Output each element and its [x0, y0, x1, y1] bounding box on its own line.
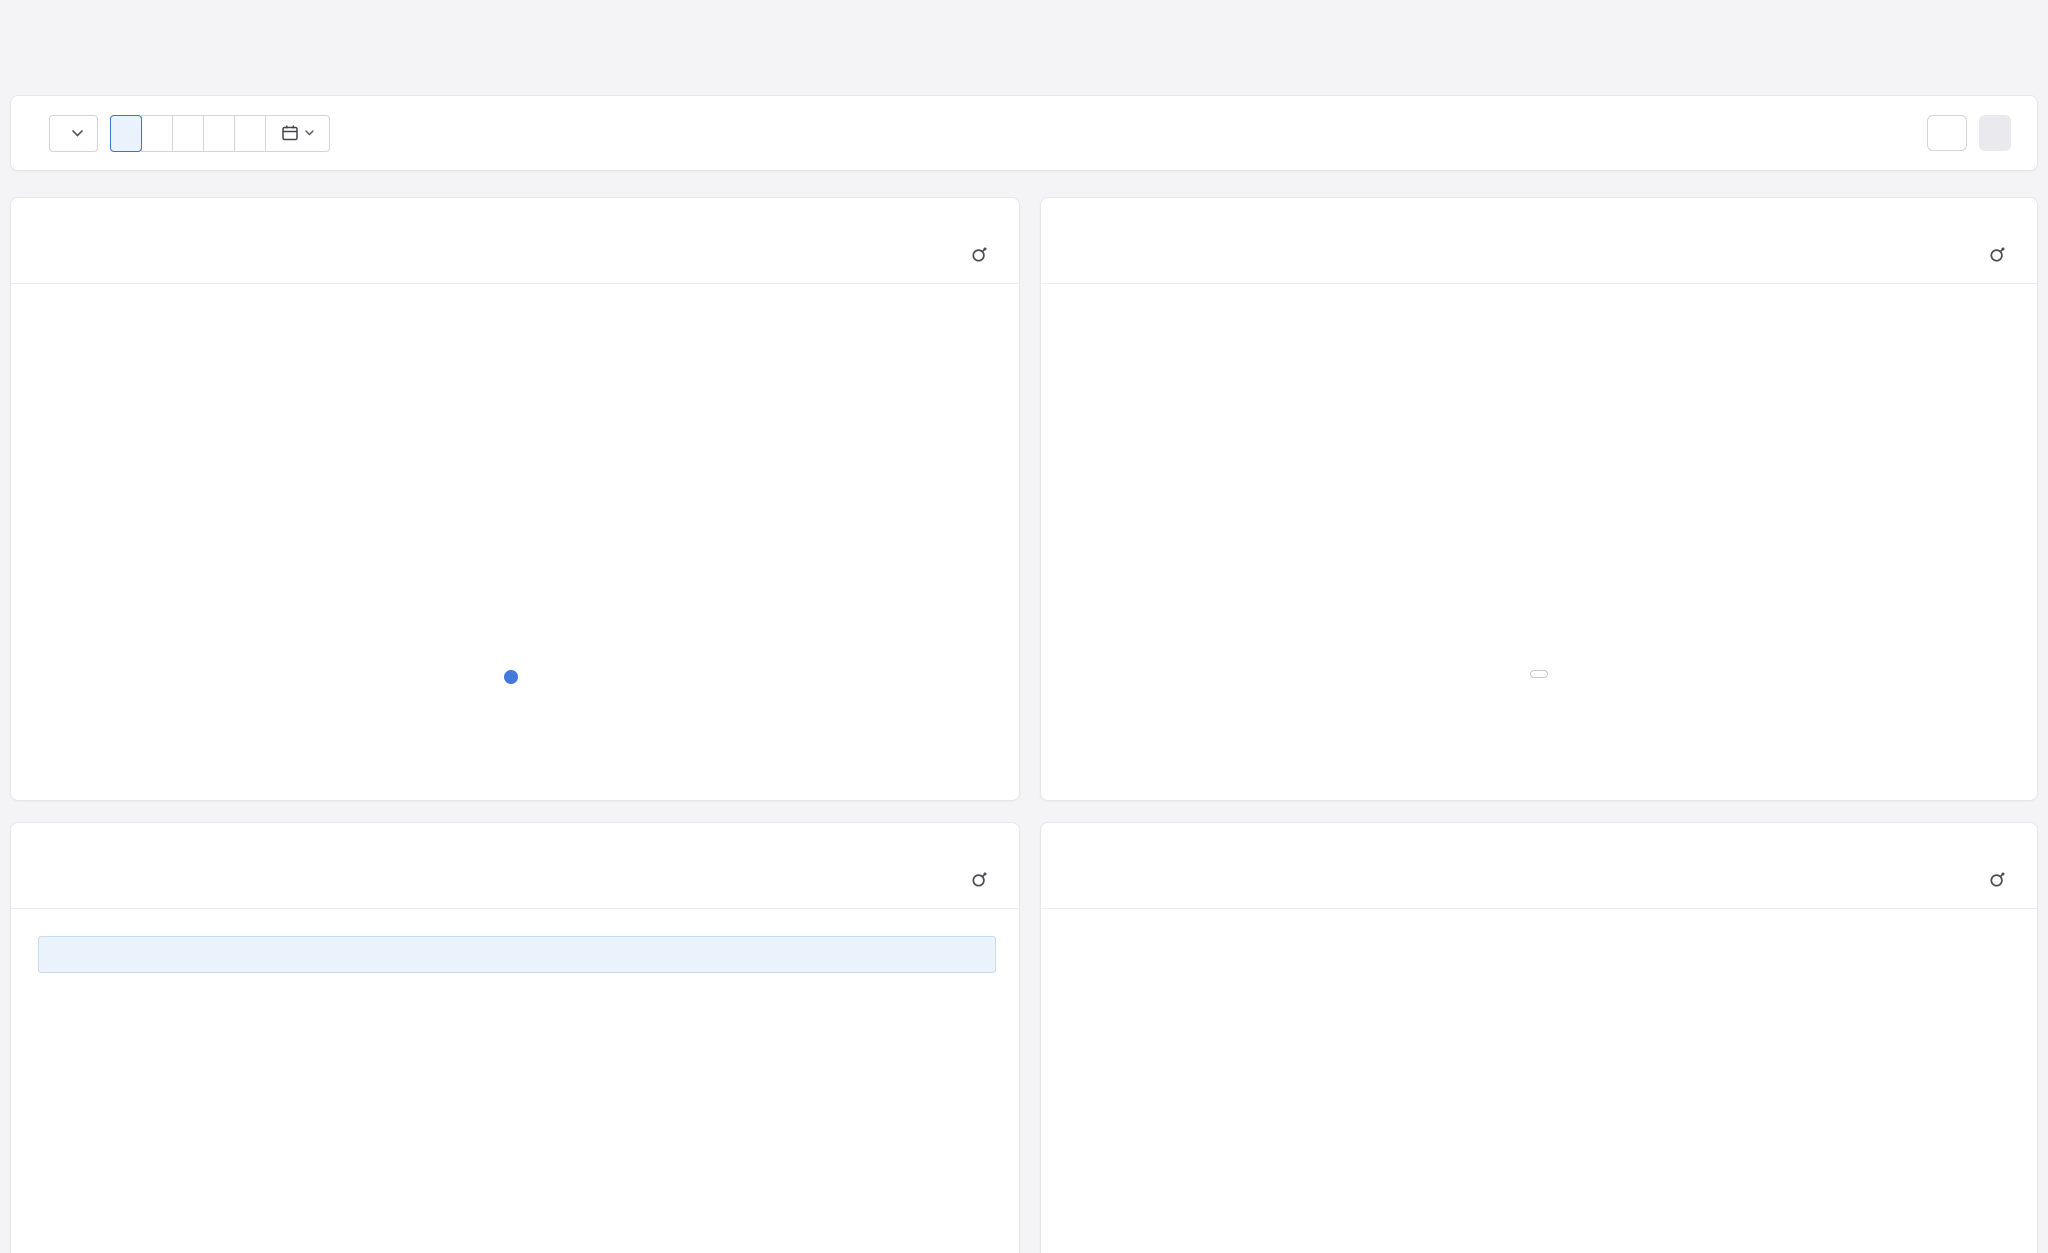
metric-toggle[interactable] [1989, 871, 2013, 888]
chart-legend [1041, 670, 2037, 678]
card-daily-users [10, 197, 1020, 801]
bar-chart[interactable] [1041, 909, 2037, 1253]
line-chart[interactable] [11, 284, 1021, 668]
card-search-origin [1040, 822, 2038, 1253]
filter-bar [10, 95, 2038, 171]
granularity-dropdown[interactable] [49, 115, 98, 152]
legend-dot [504, 670, 518, 684]
chevron-down-icon [305, 130, 314, 136]
preset-7d[interactable] [141, 115, 173, 152]
preset-30d[interactable] [172, 115, 204, 152]
preset-60d[interactable] [203, 115, 235, 152]
chart-legend [11, 670, 1019, 684]
calendar-icon [281, 124, 299, 142]
custom-date-range-button[interactable] [265, 115, 330, 152]
top-n-badge[interactable] [1530, 670, 1548, 678]
metric-toggle[interactable] [971, 246, 995, 263]
card-users-by-platform [1040, 197, 2038, 801]
date-preset-group [110, 115, 330, 152]
uniques-icon [1989, 871, 2006, 888]
uniques-icon [971, 246, 988, 263]
uniques-icon [1989, 246, 2006, 263]
save-parameters-button[interactable] [1979, 115, 2011, 151]
area-chart[interactable] [1041, 284, 2039, 668]
card-users-by-city [10, 822, 1020, 1253]
chevron-down-icon [72, 130, 83, 137]
city-bar-list [11, 823, 1019, 1253]
metric-toggle[interactable] [1989, 246, 2013, 263]
more-options-button[interactable] [1927, 115, 1967, 151]
legend-item-all-users[interactable] [504, 670, 527, 684]
preset-90d[interactable] [234, 115, 266, 152]
preset-default[interactable] [110, 115, 142, 152]
